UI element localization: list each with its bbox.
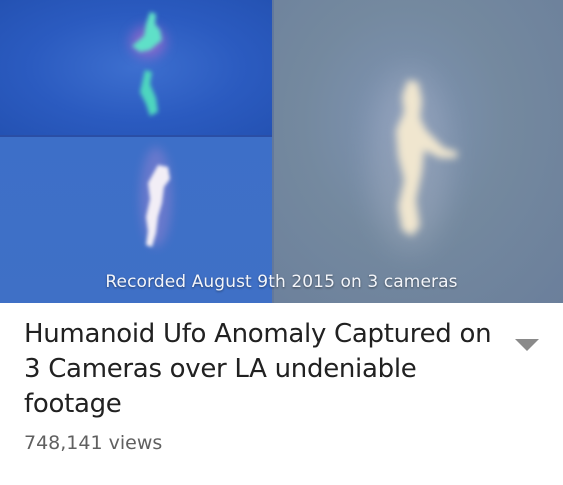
more-options-button[interactable] [513, 335, 541, 355]
glowing-figure-image [370, 70, 458, 250]
view-count: 748,141 views [24, 432, 163, 454]
thumbnail-panel-right [274, 0, 563, 303]
video-info: Humanoid Ufo Anomaly Captured on 3 Camer… [0, 303, 563, 454]
chevron-down-icon [514, 338, 540, 352]
thumbnail-divider [0, 135, 272, 137]
video-thumbnail[interactable]: Recorded August 9th 2015 on 3 cameras [0, 0, 563, 303]
glowing-figure-image [130, 12, 166, 116]
thumbnail-panel-top-left [0, 0, 272, 135]
video-title[interactable]: Humanoid Ufo Anomaly Captured on 3 Camer… [24, 317, 494, 422]
thumbnail-divider [272, 0, 274, 303]
thumbnail-caption: Recorded August 9th 2015 on 3 cameras [105, 272, 458, 292]
